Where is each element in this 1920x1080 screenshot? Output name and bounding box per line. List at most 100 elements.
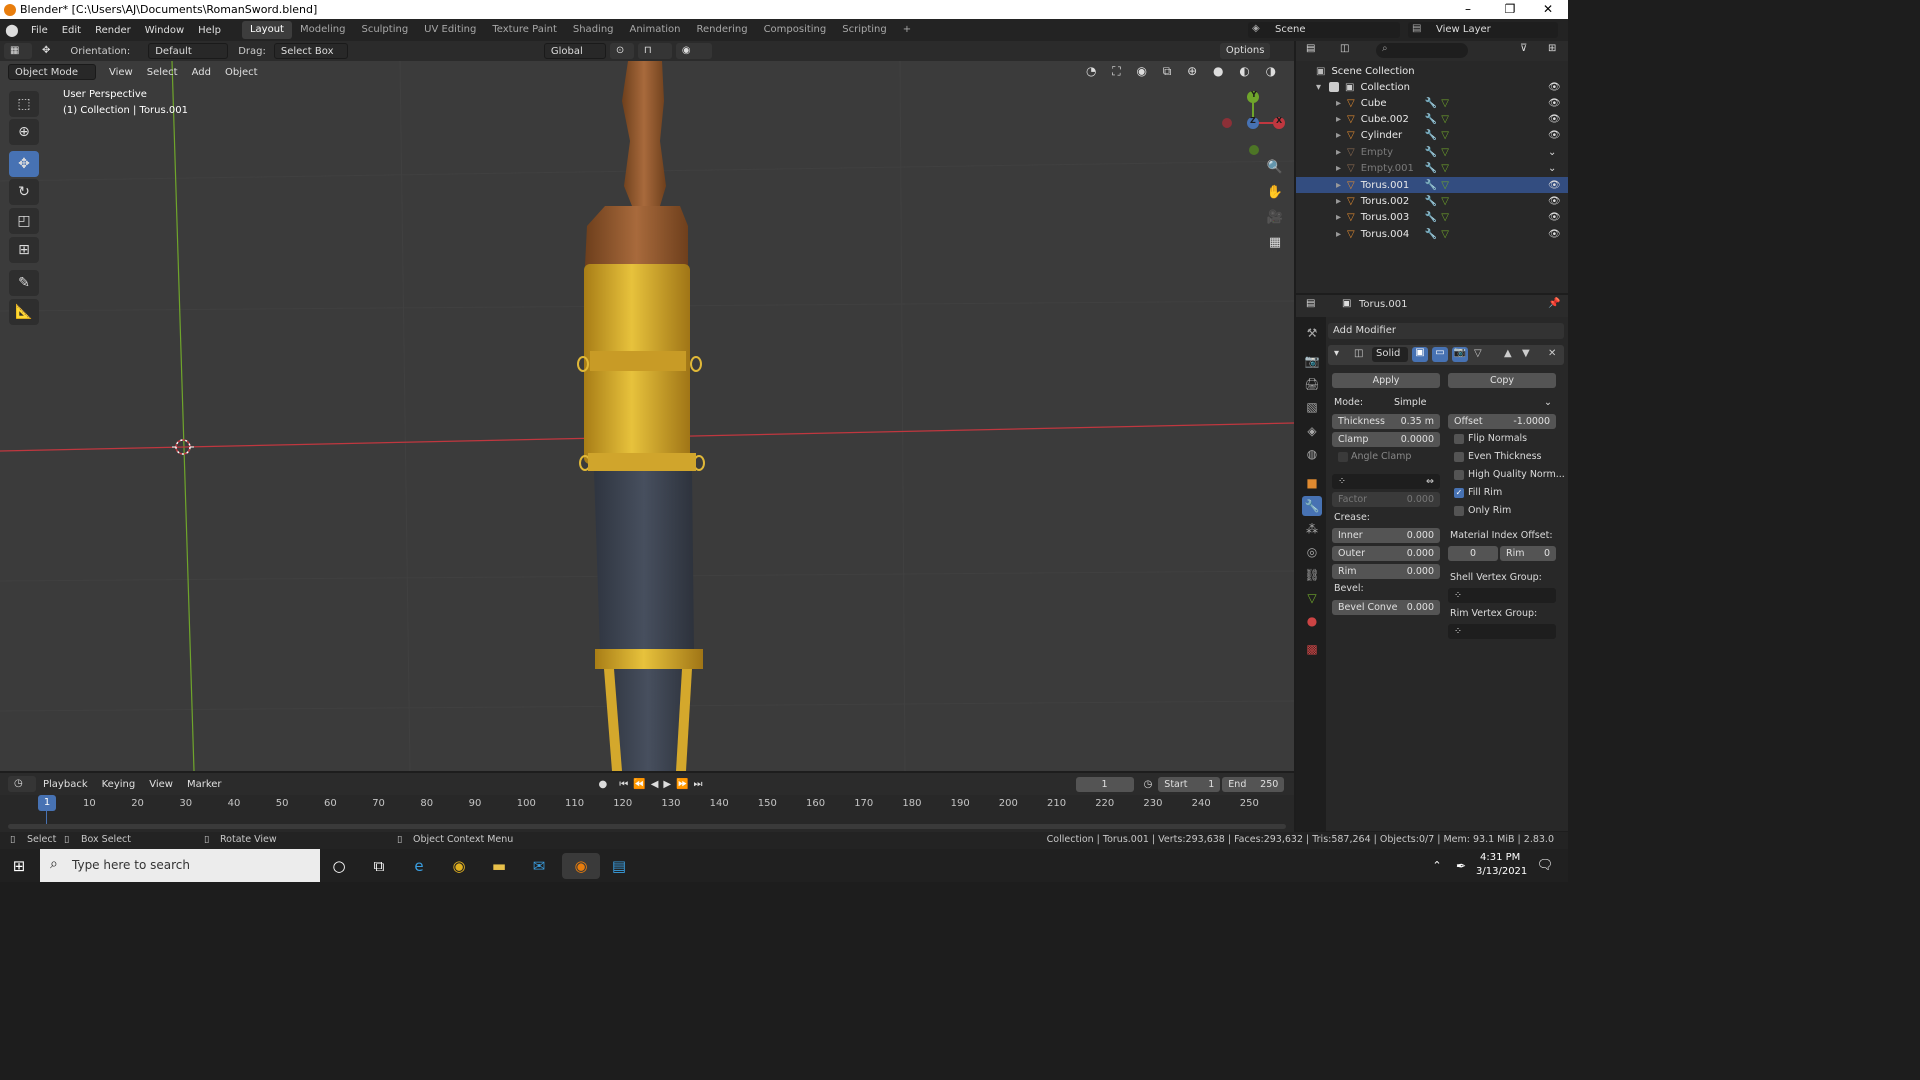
outer-crease-field[interactable]: Outer 0.000 [1332,546,1440,561]
tab-rendering[interactable]: Rendering [688,21,755,39]
outliner-item[interactable]: ▸ ▽ Torus.001 🔧 ▽ 👁 [1296,177,1568,193]
ortho-grid-icon[interactable]: ▦ [1264,232,1286,254]
record-icon[interactable]: ● [599,779,608,790]
transform-orientation-dropdown[interactable]: Global [543,43,606,59]
chrome-icon[interactable]: ◉ [446,853,472,879]
collection-checkbox[interactable] [1329,82,1340,92]
menu-render[interactable]: Render [88,25,138,36]
annotate-tool-icon[interactable]: ✎ [9,270,39,296]
even-thickness-checkbox[interactable] [1454,452,1464,462]
move-up-icon[interactable]: ▲ [1504,348,1512,359]
tool-tab-icon[interactable]: ⚒ [1302,323,1322,343]
physics-tab-icon[interactable]: ◎ [1302,542,1322,562]
playback-controls-icon[interactable]: ⏮⏪◀▶⏩⏭ [619,779,707,790]
outliner-item[interactable]: ▸ ▽ Cube 🔧 ▽ 👁 [1296,95,1568,111]
current-frame-field[interactable]: 1 [1075,776,1134,792]
outliner-item[interactable]: ▸ ▽ Empty.001 🔧 ▽ ⌄ [1296,161,1568,177]
inner-crease-field[interactable]: Inner 0.000 [1332,528,1440,543]
modifier-icon[interactable]: 🔧 [1425,114,1437,125]
tab-scripting[interactable]: Scripting [834,21,894,39]
app-taskbar-icon[interactable]: ▤ [606,853,632,879]
timeline-menu-view[interactable]: View [142,779,180,790]
modifier-tab-icon[interactable]: 🔧 [1302,496,1322,516]
mesh-data-icon[interactable]: ▽ [1441,229,1449,240]
tray-chevron-icon[interactable]: ⌃ [1424,853,1450,879]
flip-normals-checkbox[interactable] [1454,434,1464,444]
taskbar-search-input[interactable]: ⌕ Type here to search [40,849,320,882]
camera-view-icon[interactable]: 🎥 [1264,207,1286,229]
menu-window[interactable]: Window [138,25,191,36]
timeline-scrollbar[interactable] [8,824,1286,829]
maximize-button[interactable]: ❐ [1490,0,1530,19]
cortana-icon[interactable]: ○ [326,853,352,879]
3d-viewport[interactable]: User Perspective (1) Collection | Torus.… [0,61,1294,771]
timeline-track[interactable]: 1 10 20 30 40 50 60 70 80 90 100 110 120 130 140 150 16… [0,795,1294,832]
snap-icon[interactable]: ⊓ [637,43,672,59]
shell-vertex-group-field[interactable]: ⁘ [1448,588,1556,603]
viewport-toggle-icon[interactable]: ▭ [1432,347,1448,362]
apply-button[interactable]: Apply [1332,373,1440,388]
cursor-tool-icon[interactable]: ⊕ [9,119,39,145]
chevron-right-icon[interactable]: ▸ [1336,98,1341,109]
modifier-icon[interactable]: 🔧 [1425,196,1437,207]
timeline-menu-playback[interactable]: Playback [36,779,95,790]
menu-help[interactable]: Help [191,25,228,36]
tab-animation[interactable]: Animation [622,21,689,39]
scene-tab-icon[interactable]: ◈ [1302,421,1322,441]
chevron-right-icon[interactable]: ▸ [1336,212,1341,223]
view-layer-selector[interactable]: ▤ View Layer [1408,22,1558,38]
view-layer-tab-icon[interactable]: ▧ [1302,397,1322,417]
eye-icon[interactable]: 👁 [1548,82,1561,93]
render-tab-icon[interactable]: 📷 [1302,351,1322,371]
mesh-data-icon[interactable]: ▽ [1441,147,1449,158]
orientation-dropdown[interactable]: Default [148,43,229,59]
eye-icon[interactable]: 👁 [1548,196,1561,207]
properties-editor-icon[interactable]: ▤ [1306,298,1315,309]
pivot-icon[interactable]: ⊙ [609,43,634,59]
tab-sculpting[interactable]: Sculpting [353,21,416,39]
pan-hand-icon[interactable]: ✋ [1264,182,1286,204]
modifier-icon[interactable]: 🔧 [1425,98,1437,109]
outliner-item[interactable]: ▸ ▽ Cylinder 🔧 ▽ 👁 [1296,128,1568,144]
chevron-right-icon[interactable]: ▸ [1336,163,1341,174]
world-tab-icon[interactable]: ◍ [1302,444,1322,464]
chevron-right-icon[interactable]: ▸ [1336,147,1341,158]
collection-row[interactable]: ▾ ▣ Collection 👁 [1296,79,1568,95]
editmode-toggle-icon[interactable]: ▣ [1412,347,1428,362]
viewport-menu-object[interactable]: Object [218,67,265,78]
scale-tool-icon[interactable]: ◰ [9,208,39,234]
chevron-right-icon[interactable]: ▸ [1336,229,1341,240]
texture-tab-icon[interactable]: ▩ [1302,639,1322,659]
material-rim-field[interactable]: Rim 0 [1500,546,1556,561]
eye-icon[interactable]: 👁 [1548,212,1561,223]
menu-edit[interactable]: Edit [55,25,88,36]
menu-file[interactable]: File [24,25,55,36]
data-tab-icon[interactable]: ▽ [1302,588,1322,608]
material-offset-field[interactable]: 0 [1448,546,1498,561]
outliner-item[interactable]: ▸ ▽ Torus.002 🔧 ▽ 👁 [1296,193,1568,209]
modifier-icon[interactable]: 🔧 [1425,163,1437,174]
mode-dropdown[interactable]: Simple ⌄ [1388,395,1558,410]
edge-icon[interactable]: e [406,853,432,879]
output-tab-icon[interactable]: 🖨 [1302,374,1322,394]
select-box-tool-icon[interactable]: ⬚ [9,91,39,117]
outliner-item[interactable]: ▸ ▽ Torus.003 🔧 ▽ 👁 [1296,210,1568,226]
vertex-group-field[interactable]: ⁘ ⇔ [1332,474,1440,489]
eye-icon[interactable]: 👁 [1548,229,1561,240]
render-toggle-icon[interactable]: 📷 [1452,347,1468,362]
modifier-icon[interactable]: 🔧 [1425,130,1437,141]
mesh-data-icon[interactable]: ▽ [1441,196,1449,207]
outliner-editor-icon[interactable]: ▤ [1306,43,1315,54]
pin-icon[interactable]: 📌 [1548,298,1560,309]
playhead[interactable]: 1 [38,795,56,811]
viewport-menu-add[interactable]: Add [185,67,218,78]
outliner-item[interactable]: ▸ ▽ Torus.004 🔧 ▽ 👁 [1296,226,1568,242]
tab-shading[interactable]: Shading [565,21,622,39]
rim-vertex-group-field[interactable]: ⁘ [1448,624,1556,639]
timeline-editor-icon[interactable]: ◷ [8,776,36,792]
notification-icon[interactable]: 🗨 [1532,853,1558,879]
transform-tool-icon[interactable]: ⊞ [9,237,39,263]
chevron-down-icon[interactable]: ▾ [1316,82,1321,93]
only-rim-checkbox[interactable] [1454,506,1464,516]
tab-compositing[interactable]: Compositing [756,21,835,39]
